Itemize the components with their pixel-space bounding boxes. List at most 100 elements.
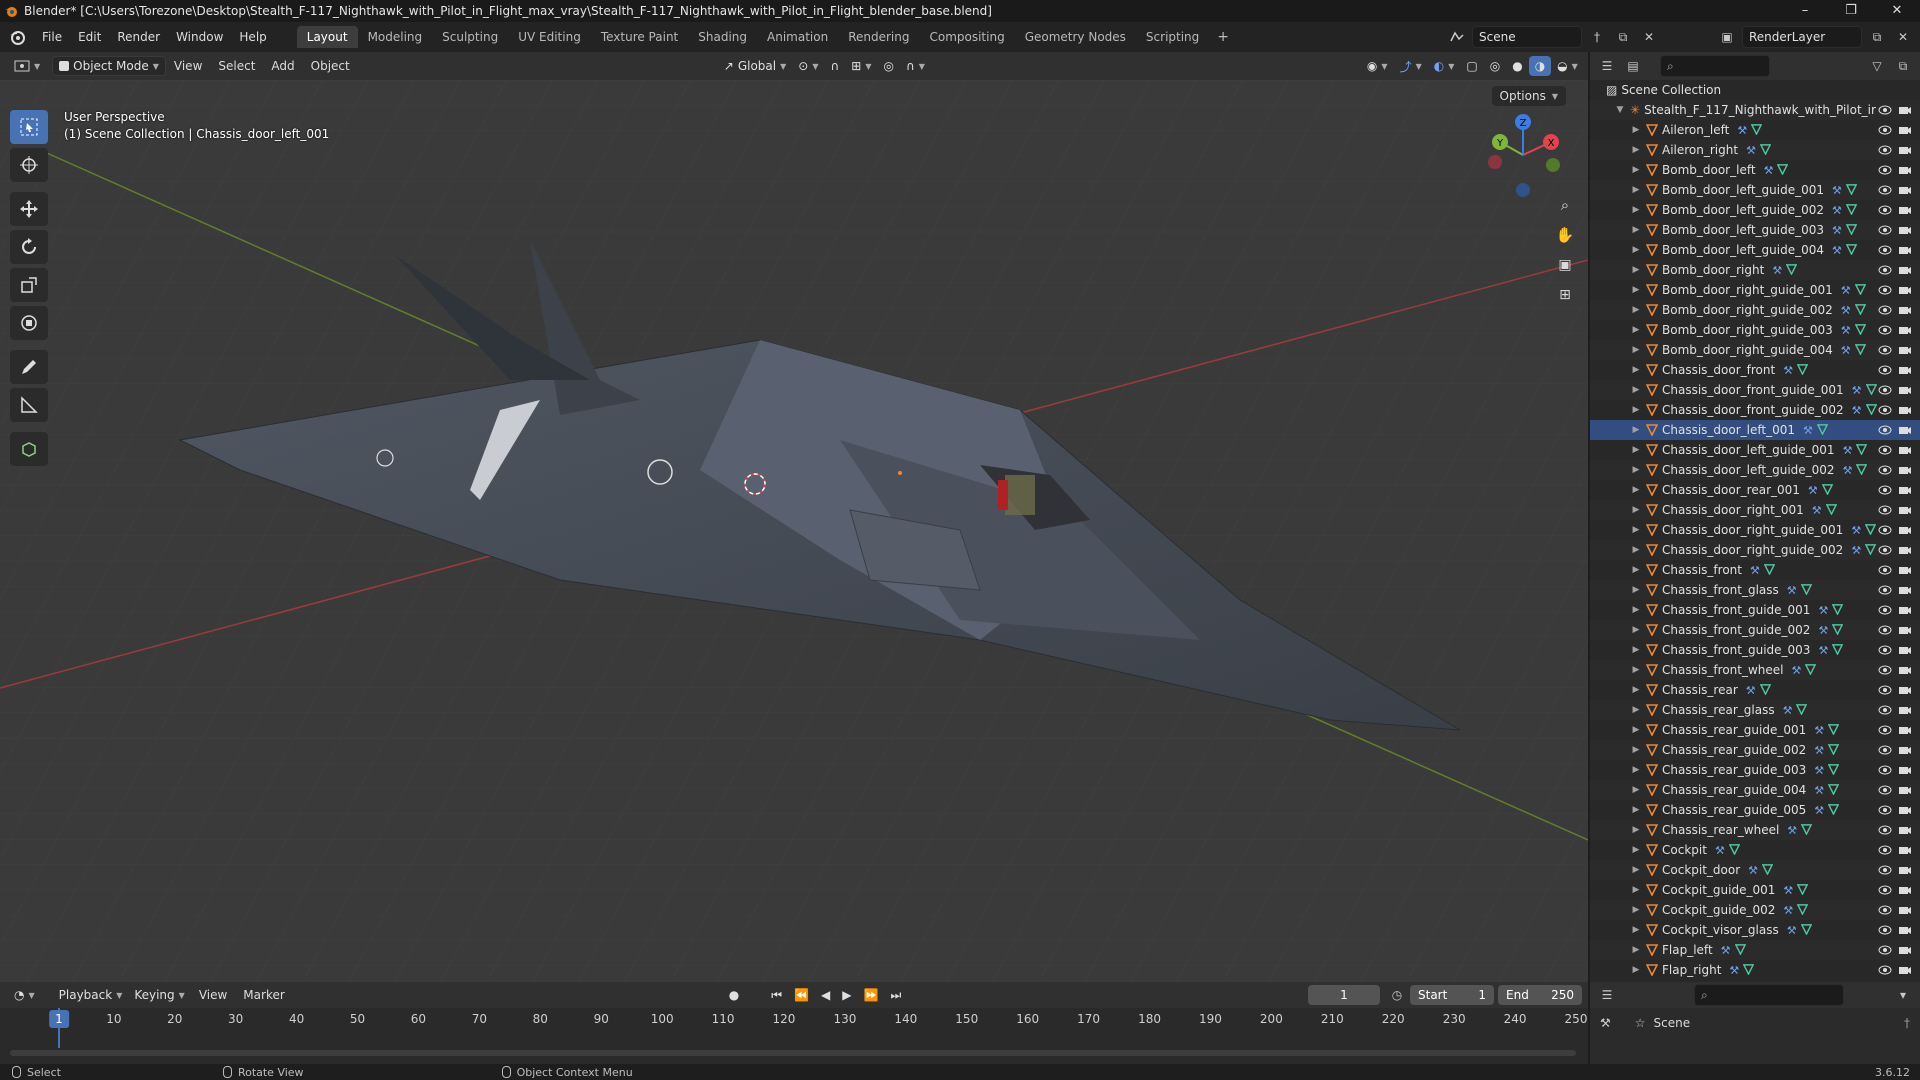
menu-render[interactable]: Render	[109, 22, 168, 52]
camera-icon[interactable]	[1898, 783, 1912, 797]
eye-icon[interactable]	[1878, 143, 1892, 157]
camera-icon[interactable]	[1898, 223, 1912, 237]
maximize-button[interactable]: ❐	[1828, 0, 1874, 22]
mesh-data-icon[interactable]	[1762, 863, 1774, 875]
tab-scripting[interactable]: Scripting	[1136, 26, 1209, 48]
scene-collection-row[interactable]: ▨ Scene Collection	[1590, 80, 1920, 100]
tab-rendering[interactable]: Rendering	[838, 26, 919, 48]
measure-tool[interactable]	[10, 388, 48, 422]
mesh-data-icon[interactable]	[1800, 583, 1812, 595]
eye-icon[interactable]	[1878, 663, 1892, 677]
select-box-tool[interactable]	[10, 110, 48, 144]
eye-icon[interactable]	[1878, 103, 1892, 117]
expand-arrow-icon[interactable]: ▶	[1630, 505, 1642, 515]
outliner-item[interactable]: ▶ Aileron_right ⚒	[1590, 140, 1920, 160]
mesh-data-icon[interactable]	[1865, 403, 1877, 415]
camera-icon[interactable]	[1898, 243, 1912, 257]
modifier-wrench-icon[interactable]: ⚒	[1818, 604, 1828, 617]
outliner-item[interactable]: ▶ Chassis_door_left_001 ⚒	[1590, 420, 1920, 440]
camera-icon[interactable]	[1898, 903, 1912, 917]
mesh-data-icon[interactable]	[1828, 783, 1840, 795]
overlays-toggle[interactable]: ◐ ▼	[1428, 56, 1461, 76]
pin-icon[interactable]: †	[1586, 26, 1608, 48]
expand-arrow-icon[interactable]: ▶	[1630, 965, 1642, 975]
modifier-wrench-icon[interactable]: ⚒	[1787, 584, 1797, 597]
snap-toggle[interactable]: ∩	[824, 56, 845, 76]
modifier-wrench-icon[interactable]: ⚒	[1715, 844, 1725, 857]
eye-icon[interactable]	[1878, 223, 1892, 237]
outliner-item[interactable]: ▶ Chassis_door_rear_001 ⚒	[1590, 480, 1920, 500]
outliner-item[interactable]: ▶ Chassis_front_guide_001 ⚒	[1590, 600, 1920, 620]
outliner-item[interactable]: ▶ Aileron_left ⚒	[1590, 120, 1920, 140]
modifier-wrench-icon[interactable]: ⚒	[1748, 864, 1758, 877]
outliner-item[interactable]: ▶ Cockpit ⚒	[1590, 840, 1920, 860]
expand-arrow-icon[interactable]: ▶	[1630, 365, 1642, 375]
mesh-data-icon[interactable]	[1832, 643, 1844, 655]
expand-arrow-icon[interactable]: ▶	[1630, 645, 1642, 655]
outliner-item[interactable]: ▶ Chassis_rear_guide_004 ⚒	[1590, 780, 1920, 800]
tab-texture-paint[interactable]: Texture Paint	[591, 26, 688, 48]
camera-icon[interactable]	[1898, 543, 1912, 557]
outliner-item[interactable]: ▶ Chassis_front_wheel ⚒	[1590, 660, 1920, 680]
outliner-item[interactable]: ▶ Bomb_door_right_guide_004 ⚒	[1590, 340, 1920, 360]
outliner-item[interactable]: ▶ Chassis_rear_guide_003 ⚒	[1590, 760, 1920, 780]
eye-icon[interactable]	[1878, 403, 1892, 417]
modifier-wrench-icon[interactable]: ⚒	[1814, 764, 1824, 777]
mesh-data-icon[interactable]	[1865, 383, 1877, 395]
outliner-item[interactable]: ▶ Chassis_door_left_guide_001 ⚒	[1590, 440, 1920, 460]
viewport-menu-view[interactable]: View	[166, 51, 210, 81]
camera-icon[interactable]	[1898, 523, 1912, 537]
modifier-wrench-icon[interactable]: ⚒	[1792, 664, 1802, 677]
modifier-wrench-icon[interactable]: ⚒	[1812, 504, 1822, 517]
mesh-data-icon[interactable]	[1786, 263, 1798, 275]
modifier-wrench-icon[interactable]: ⚒	[1832, 244, 1842, 257]
mode-dropdown[interactable]: Object Mode ▼	[52, 56, 166, 76]
camera-icon[interactable]	[1898, 483, 1912, 497]
play-reverse-button[interactable]: ◀	[815, 985, 836, 1005]
eye-icon[interactable]	[1878, 283, 1892, 297]
eye-icon[interactable]	[1878, 903, 1892, 917]
mesh-data-icon[interactable]	[1759, 143, 1771, 155]
rotate-tool[interactable]	[10, 230, 48, 264]
ortho-toggle-control[interactable]: ⊞	[1552, 282, 1578, 308]
camera-icon[interactable]	[1898, 743, 1912, 757]
outliner-item[interactable]: ▶ Bomb_door_right_guide_001 ⚒	[1590, 280, 1920, 300]
mesh-data-icon[interactable]	[1832, 603, 1844, 615]
eye-icon[interactable]	[1878, 643, 1892, 657]
outliner-item[interactable]: ▶ Chassis_front_guide_003 ⚒	[1590, 640, 1920, 660]
mesh-data-icon[interactable]	[1797, 903, 1809, 915]
camera-icon[interactable]	[1898, 703, 1912, 717]
expand-arrow-icon[interactable]: ▶	[1630, 585, 1642, 595]
camera-icon[interactable]	[1898, 943, 1912, 957]
scene-name-field[interactable]: Scene	[1472, 26, 1582, 48]
camera-icon[interactable]	[1898, 123, 1912, 137]
modifier-wrench-icon[interactable]: ⚒	[1841, 284, 1851, 297]
outliner-item[interactable]: ▶ Chassis_door_front ⚒	[1590, 360, 1920, 380]
expand-arrow-icon[interactable]: ▶	[1630, 805, 1642, 815]
modifier-wrench-icon[interactable]: ⚒	[1852, 404, 1862, 417]
outliner-item[interactable]: ▶ Chassis_door_right_001 ⚒	[1590, 500, 1920, 520]
modifier-wrench-icon[interactable]: ⚒	[1851, 524, 1861, 537]
timeline-editor-button[interactable]: ◔ ▼	[8, 985, 41, 1005]
xray-toggle[interactable]: ▢	[1460, 56, 1483, 76]
outliner-item[interactable]: ▶ Flap_right ⚒	[1590, 960, 1920, 980]
outliner-item[interactable]: ▶ Chassis_rear_glass ⚒	[1590, 700, 1920, 720]
camera-icon[interactable]	[1898, 663, 1912, 677]
expand-arrow-icon[interactable]: ▶	[1630, 125, 1642, 135]
modifier-wrench-icon[interactable]: ⚒	[1750, 564, 1760, 577]
play-button[interactable]: ▶	[836, 985, 857, 1005]
eye-icon[interactable]	[1878, 883, 1892, 897]
outliner-item[interactable]: ▶ Bomb_door_right ⚒	[1590, 260, 1920, 280]
expand-arrow-icon[interactable]: ▶	[1630, 345, 1642, 355]
modifier-wrench-icon[interactable]: ⚒	[1787, 924, 1797, 937]
outliner-item[interactable]: ▶ Bomb_door_left_guide_003 ⚒	[1590, 220, 1920, 240]
eye-icon[interactable]	[1878, 243, 1892, 257]
camera-icon[interactable]	[1898, 803, 1912, 817]
viewport-menu-object[interactable]: Object	[303, 51, 358, 81]
expand-arrow-icon[interactable]: ▶	[1630, 305, 1642, 315]
filter-icon[interactable]: ▽	[1866, 55, 1888, 77]
expand-arrow-icon[interactable]: ▶	[1630, 265, 1642, 275]
outliner-item[interactable]: ▶ Cockpit_guide_002 ⚒	[1590, 900, 1920, 920]
expand-arrow-icon[interactable]: ▶	[1630, 245, 1642, 255]
mesh-data-icon[interactable]	[1743, 963, 1755, 975]
